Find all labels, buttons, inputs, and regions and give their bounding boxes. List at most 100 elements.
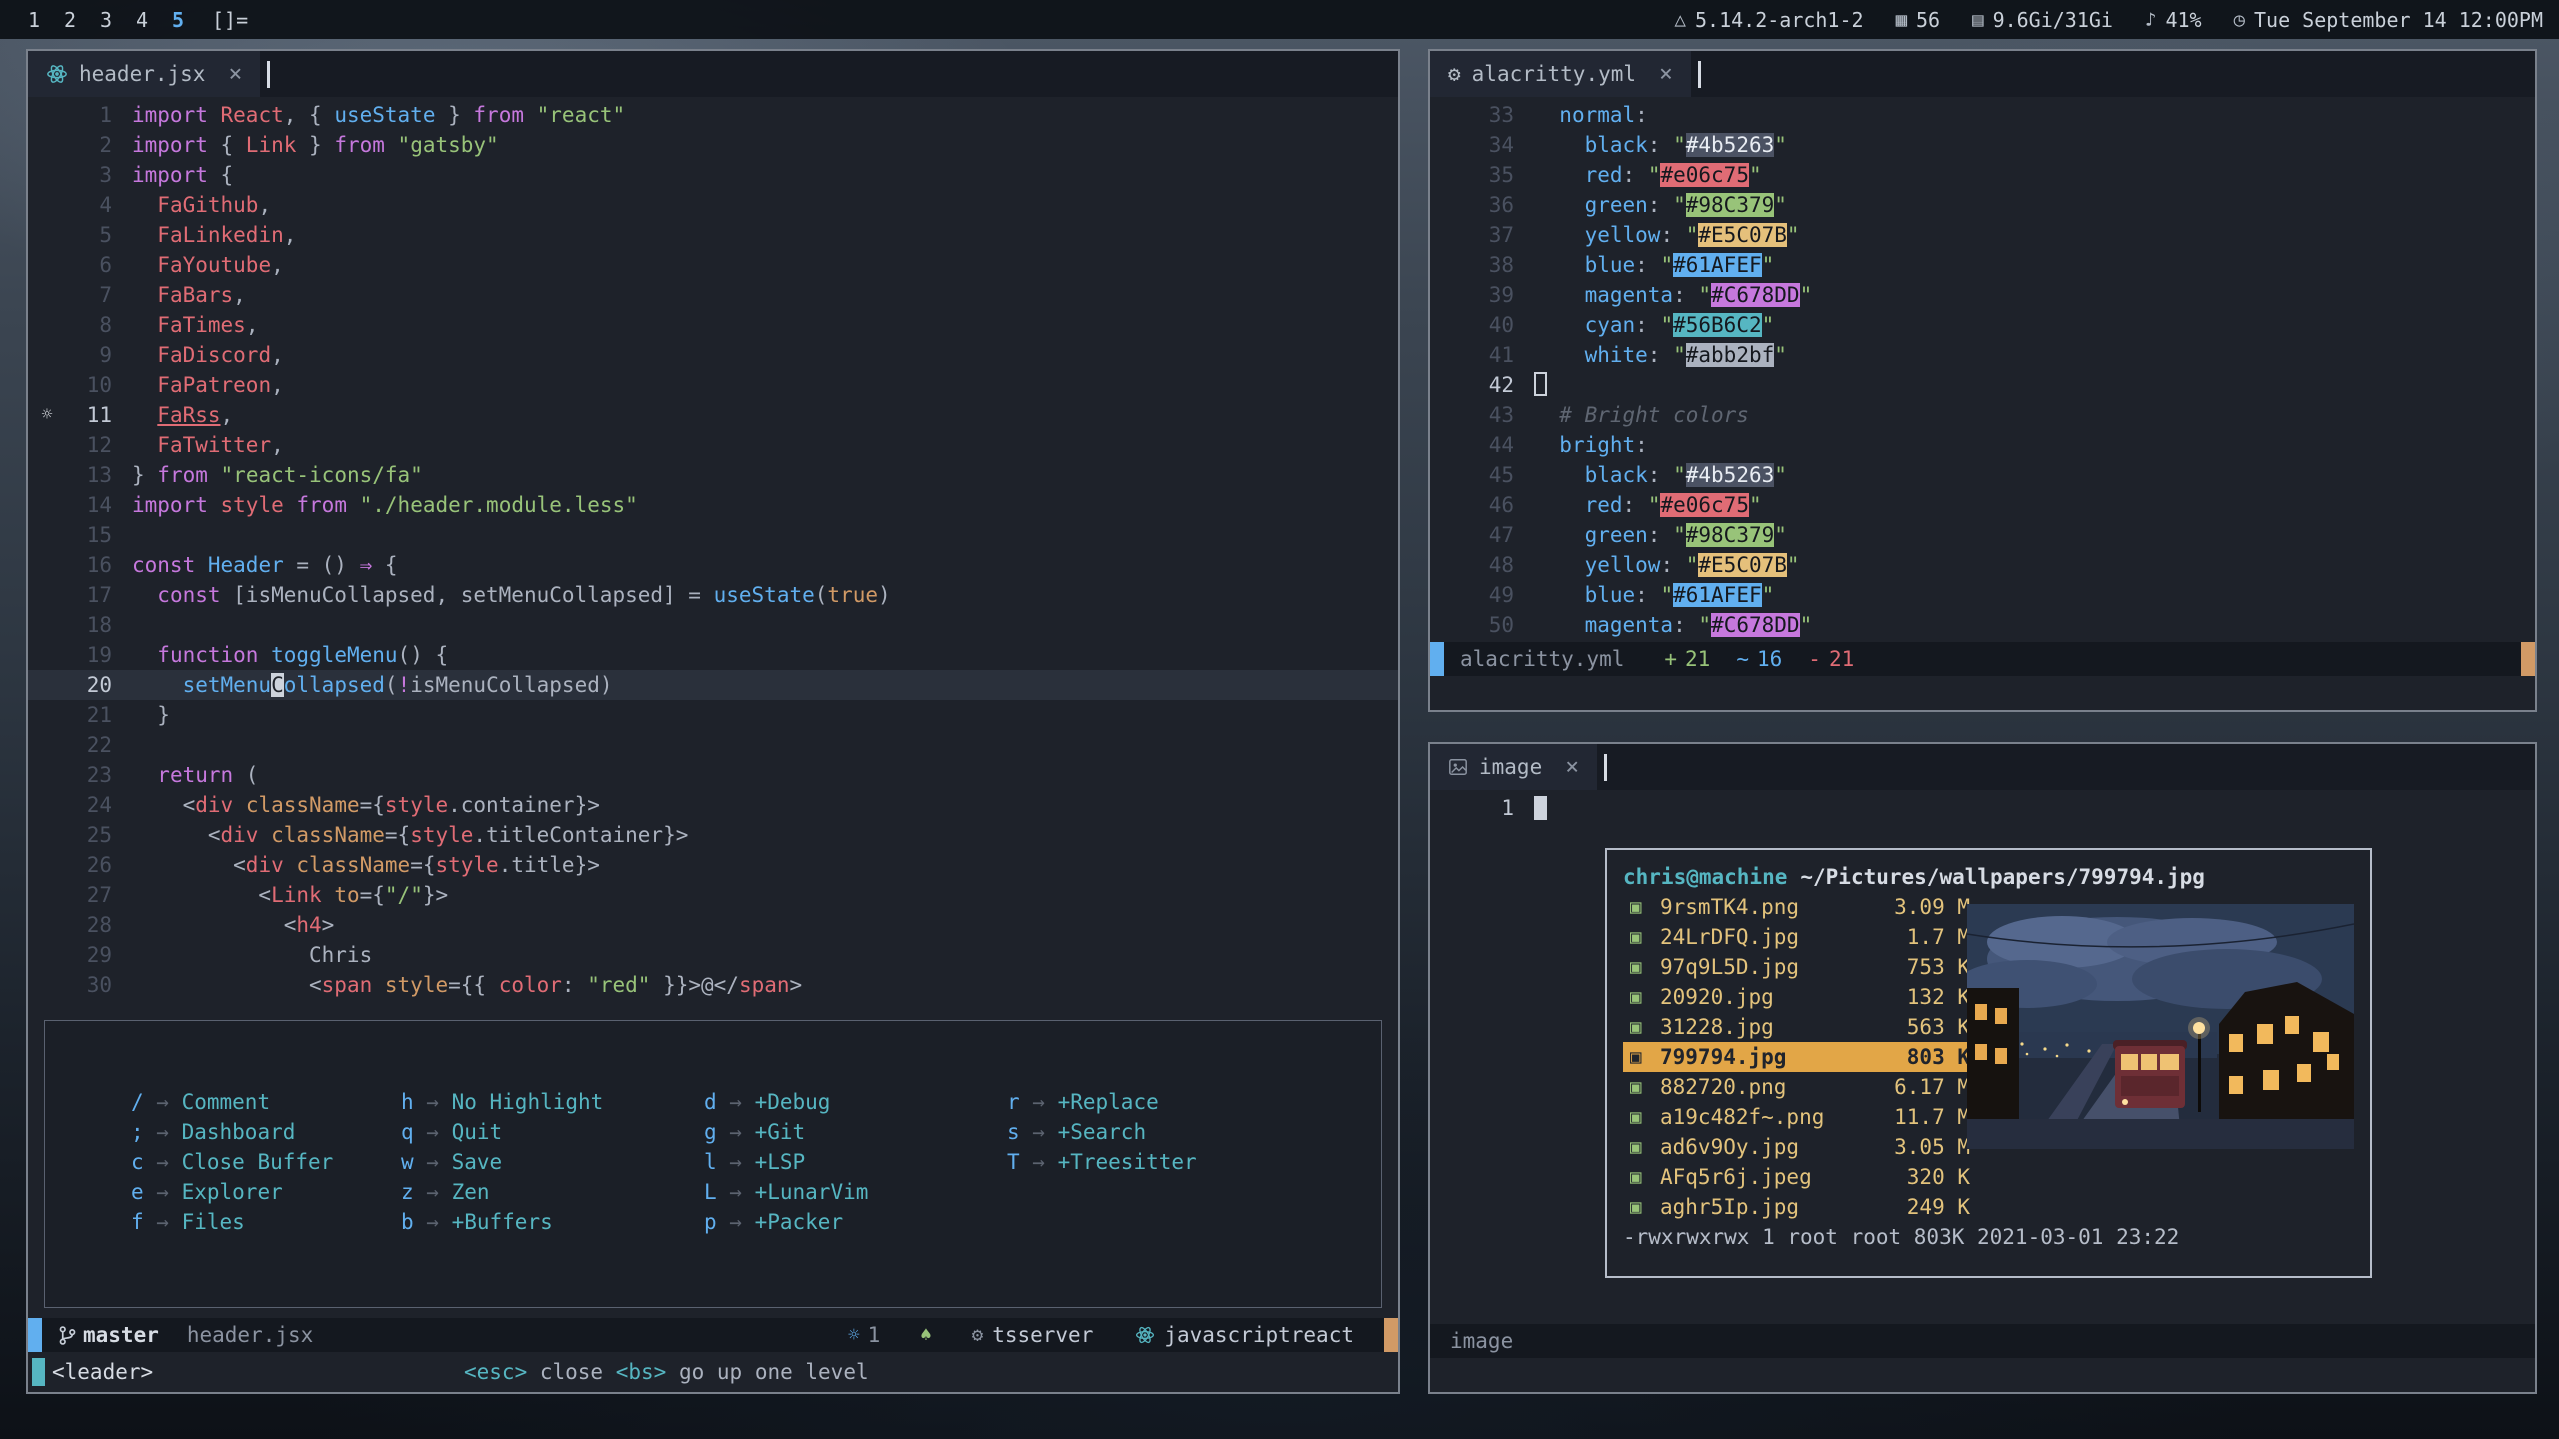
- whichkey-item--lsp[interactable]: l → +LSP: [704, 1147, 1007, 1177]
- code-line[interactable]: 37 yellow: "#E5C07B": [1430, 220, 2535, 250]
- whichkey-item--git[interactable]: g → +Git: [704, 1117, 1007, 1147]
- code-line[interactable]: 33 normal:: [1430, 100, 2535, 130]
- code-line[interactable]: 39 magenta: "#C678DD": [1430, 280, 2535, 310]
- code-line[interactable]: 7 FaBars,: [28, 280, 1398, 310]
- code-line[interactable]: 14import style from "./header.module.les…: [28, 490, 1398, 520]
- code-line[interactable]: 30 <span style={{ color: "red" }}>@</spa…: [28, 970, 1398, 1000]
- whichkey-item-close-buffer[interactable]: c → Close Buffer: [131, 1147, 401, 1177]
- whichkey-item--replace[interactable]: r → +Replace: [1007, 1087, 1197, 1117]
- code-line[interactable]: 42: [1430, 370, 2535, 400]
- whichkey-item--debug[interactable]: d → +Debug: [704, 1087, 1007, 1117]
- file-row[interactable]: ▣31228.jpg563 K: [1623, 1012, 1977, 1042]
- tab-image[interactable]: image ×: [1430, 744, 1597, 790]
- whichkey-item--lunarvim[interactable]: L → +LunarVim: [704, 1177, 1007, 1207]
- code-line[interactable]: 26 <div className={style.title}>: [28, 850, 1398, 880]
- buffer-bottom-right[interactable]: 1 chris@machine~/Pictures/wallpapers/799…: [1430, 790, 2535, 1324]
- code-line[interactable]: 44 bright:: [1430, 430, 2535, 460]
- code-line[interactable]: 49 blue: "#61AFEF": [1430, 580, 2535, 610]
- code-line[interactable]: 12 FaTwitter,: [28, 430, 1398, 460]
- code-line[interactable]: 25 <div className={style.titleContainer}…: [28, 820, 1398, 850]
- command-line[interactable]: <leader> <esc> close <bs> go up one leve…: [28, 1352, 1398, 1392]
- whichkey-item-save[interactable]: w → Save: [401, 1147, 704, 1177]
- file-row[interactable]: ▣799794.jpg803 K: [1623, 1042, 1977, 1072]
- file-row[interactable]: ▣20920.jpg132 K: [1623, 982, 1977, 1012]
- code-line[interactable]: 17 const [isMenuCollapsed, setMenuCollap…: [28, 580, 1398, 610]
- diagnostics-indicator[interactable]: ☼ 1: [848, 1323, 880, 1347]
- code-line[interactable]: ☼11 FaRss,: [28, 400, 1398, 430]
- code-line[interactable]: 2import { Link } from "gatsby": [28, 130, 1398, 160]
- code-line[interactable]: 5 FaLinkedin,: [28, 220, 1398, 250]
- workspace-3[interactable]: 3: [88, 8, 124, 32]
- close-icon[interactable]: ×: [228, 61, 242, 87]
- workspace-1[interactable]: 1: [16, 8, 52, 32]
- tab-header-jsx[interactable]: header.jsx ×: [28, 51, 260, 97]
- code-line[interactable]: 22: [28, 730, 1398, 760]
- file-row[interactable]: ▣a19c482f~.png11.7 M: [1623, 1102, 1977, 1132]
- whichkey-item--search[interactable]: s → +Search: [1007, 1117, 1197, 1147]
- close-icon[interactable]: ×: [1565, 754, 1579, 780]
- command-line-empty[interactable]: [1430, 676, 2535, 710]
- code-line[interactable]: 43 # Bright colors: [1430, 400, 2535, 430]
- code-line[interactable]: 38 blue: "#61AFEF": [1430, 250, 2535, 280]
- code-line[interactable]: 1import React, { useState } from "react": [28, 100, 1398, 130]
- whichkey-item-dashboard[interactable]: ; → Dashboard: [131, 1117, 401, 1147]
- file-row[interactable]: ▣882720.png6.17 M: [1623, 1072, 1977, 1102]
- workspace-2[interactable]: 2: [52, 8, 88, 32]
- whichkey-item-no-highlight[interactable]: h → No Highlight: [401, 1087, 704, 1117]
- file-row[interactable]: ▣AFq5r6j.jpeg320 K: [1623, 1162, 1977, 1192]
- code-line[interactable]: 41 white: "#abb2bf": [1430, 340, 2535, 370]
- code-line[interactable]: 35 red: "#e06c75": [1430, 160, 2535, 190]
- file-row[interactable]: ▣ad6v9Oy.jpg3.05 M: [1623, 1132, 1977, 1162]
- code-line[interactable]: 20 setMenuCollapsed(!isMenuCollapsed): [28, 670, 1398, 700]
- code-line[interactable]: 48 yellow: "#E5C07B": [1430, 550, 2535, 580]
- lightbulb-icon[interactable]: ☼: [28, 400, 66, 430]
- file-row[interactable]: ▣9rsmTK4.png3.09 M: [1623, 892, 1977, 922]
- git-branch-name[interactable]: master: [83, 1323, 159, 1347]
- code-line[interactable]: 3import {: [28, 160, 1398, 190]
- code-area-bottom-right[interactable]: 1: [1430, 790, 2535, 823]
- code-line[interactable]: 24 <div className={style.container}>: [28, 790, 1398, 820]
- code-area-top-right[interactable]: 33 normal:34 black: "#4b5263"35 red: "#e…: [1430, 97, 2535, 642]
- whichkey-item-quit[interactable]: q → Quit: [401, 1117, 704, 1147]
- workspace-5[interactable]: 5: [160, 8, 196, 32]
- code-line[interactable]: 19 function toggleMenu() {: [28, 640, 1398, 670]
- code-line[interactable]: 45 black: "#4b5263": [1430, 460, 2535, 490]
- code-line[interactable]: 29 Chris: [28, 940, 1398, 970]
- code-line[interactable]: 21 }: [28, 700, 1398, 730]
- whichkey-item-zen[interactable]: z → Zen: [401, 1177, 704, 1207]
- code-line[interactable]: 9 FaDiscord,: [28, 340, 1398, 370]
- close-icon[interactable]: ×: [1659, 61, 1673, 87]
- whichkey-item--packer[interactable]: p → +Packer: [704, 1207, 1007, 1237]
- file-row[interactable]: ▣aghr5Ip.jpg249 K: [1623, 1192, 1977, 1222]
- code-line[interactable]: 46 red: "#e06c75": [1430, 490, 2535, 520]
- code-line[interactable]: 1: [1430, 793, 2535, 823]
- code-line[interactable]: 40 cyan: "#56B6C2": [1430, 310, 2535, 340]
- whichkey-item-explorer[interactable]: e → Explorer: [131, 1177, 401, 1207]
- code-line[interactable]: 10 FaPatreon,: [28, 370, 1398, 400]
- code-line[interactable]: 28 <h4>: [28, 910, 1398, 940]
- whichkey-item--buffers[interactable]: b → +Buffers: [401, 1207, 704, 1237]
- code-line[interactable]: 23 return (: [28, 760, 1398, 790]
- tab-alacritty-yml[interactable]: ⚙ alacritty.yml ×: [1430, 51, 1691, 97]
- whichkey-item-comment[interactable]: / → Comment: [131, 1087, 401, 1117]
- workspace-4[interactable]: 4: [124, 8, 160, 32]
- file-row[interactable]: ▣24LrDFQ.jpg1.7 M: [1623, 922, 1977, 952]
- code-line[interactable]: 16const Header = () ⇒ {: [28, 550, 1398, 580]
- layout-symbol[interactable]: []=: [212, 8, 248, 32]
- code-line[interactable]: 47 green: "#98C379": [1430, 520, 2535, 550]
- code-line[interactable]: 4 FaGithub,: [28, 190, 1398, 220]
- command-line-empty[interactable]: [1430, 1358, 2535, 1392]
- code-area-left[interactable]: 1import React, { useState } from "react"…: [28, 97, 1398, 1014]
- code-line[interactable]: 8 FaTimes,: [28, 310, 1398, 340]
- whichkey-item-files[interactable]: f → Files: [131, 1207, 401, 1237]
- code-line[interactable]: 27 <Link to={"/"}>: [28, 880, 1398, 910]
- code-line[interactable]: 15: [28, 520, 1398, 550]
- whichkey-item--treesitter[interactable]: T → +Treesitter: [1007, 1147, 1197, 1177]
- code-line[interactable]: 18: [28, 610, 1398, 640]
- code-line[interactable]: 36 green: "#98C379": [1430, 190, 2535, 220]
- code-line[interactable]: 6 FaYoutube,: [28, 250, 1398, 280]
- code-line[interactable]: 34 black: "#4b5263": [1430, 130, 2535, 160]
- code-line[interactable]: 50 magenta: "#C678DD": [1430, 610, 2535, 640]
- code-line[interactable]: 13} from "react-icons/fa": [28, 460, 1398, 490]
- file-row[interactable]: ▣97q9L5D.jpg753 K: [1623, 952, 1977, 982]
